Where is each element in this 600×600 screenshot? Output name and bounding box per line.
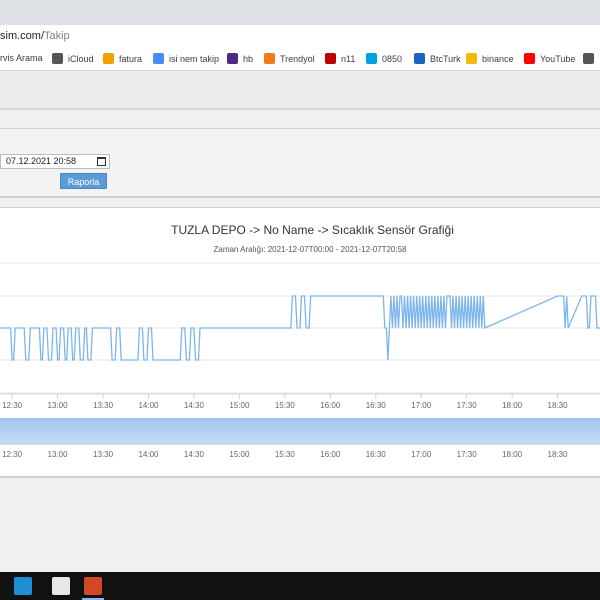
bookmark-label: fatura [119,53,143,64]
navigator-tick-label: 15:30 [275,450,296,459]
apple-icon [52,53,63,64]
youtube-icon [524,53,535,64]
navigator-tick-label: 13:00 [48,450,69,459]
address-bar[interactable]: sim.com/Takip [0,25,600,47]
bookmark-label: isi nem takip [169,53,220,64]
x-tick-label: 12:30 [2,401,23,410]
trendyol-icon [264,53,275,64]
x-tick-label: 14:00 [138,401,159,410]
x-tick-label: 16:30 [366,401,387,410]
report-form-panel: 07.12.2021 20:58 Raporla [0,128,600,198]
calendar-icon[interactable] [97,157,106,166]
url-path: Takip [44,30,70,42]
x-tick-label: 16:00 [320,401,341,410]
bookmark-item[interactable]: Trendyol [264,53,315,64]
bookmark-label: n11 [341,53,356,64]
end-date-value: 07.12.2021 20:58 [6,156,77,166]
bookmark-item[interactable] [583,53,599,64]
salesforce-icon [366,53,377,64]
navigator-tick-label: 17:00 [411,450,432,459]
navigator-tick-label: 15:00 [229,450,250,459]
x-tick-label: 13:00 [48,401,69,410]
bookmark-label: binance [482,53,514,64]
bookmark-item[interactable]: YouTube [524,53,575,64]
powerpoint-icon[interactable] [82,577,104,600]
x-tick-label: 18:00 [502,401,523,410]
navigator-tick-label: 14:30 [184,450,205,459]
navigator-tick-label: 17:30 [457,450,478,459]
globe-icon [583,53,594,64]
bookmark-label: hb [243,53,254,64]
chart-title: TUZLA DEPO -> No Name -> Sıcaklık Sensör… [171,223,454,237]
chart-subtitle: Zaman Aralığı: 2021-12-07T00:00 - 2021-1… [213,245,407,254]
bookmark-label: BtcTurk [430,53,461,64]
bookmark-label: 0850 [382,53,403,64]
bookmark-label: rvis Arama [0,53,43,63]
url-host: sim.com/ [0,30,44,42]
navigator-tick-label: 18:30 [548,450,569,459]
bookmark-label: Trendyol [280,53,315,64]
end-date-input[interactable]: 07.12.2021 20:58 [0,154,110,169]
bookmark-item[interactable]: binance [466,53,514,64]
x-tick-label: 14:30 [184,401,205,410]
bookmark-item[interactable]: isi nem takip [153,53,219,64]
sticky-notes-icon[interactable] [14,577,32,595]
x-tick-label: 13:30 [93,401,114,410]
navigator-tick-label: 14:00 [138,450,159,459]
bookmark-item[interactable]: 0850 [366,53,402,64]
navigator-tick-label: 16:00 [320,450,341,459]
page-header-band [0,72,600,110]
bookmark-item[interactable]: n11 [325,53,355,64]
navigator-tick-label: 16:30 [366,450,387,459]
bookmark-item[interactable]: rvis Arama [0,53,43,63]
navigator-tick-label: 18:00 [502,450,523,459]
windows-taskbar [0,572,600,600]
bookmark-item[interactable]: BtcTurk [414,53,461,64]
binance-icon [466,53,477,64]
fatura-icon [103,53,114,64]
bookmark-item[interactable]: iCloud [52,53,94,64]
bookmark-label: YouTube [540,53,576,64]
navigator-tick-label: 12:30 [2,450,23,459]
x-tick-label: 15:00 [229,401,250,410]
x-tick-label: 18:30 [548,401,569,410]
chart-panel: 12:30 13:00 13:30 14:00 14:30 15:00 15:30 16:00… [0,207,600,478]
bookmarks-bar: rvis Arama iCloud fatura isi nem takip hb Tre… [0,47,600,71]
url-text[interactable]: sim.com/Takip [0,30,70,42]
x-tick-label: 15:30 [275,401,296,410]
n11-icon [325,53,336,64]
bookmark-item[interactable]: fatura [103,53,142,64]
bookmark-item[interactable]: hb [227,53,253,64]
navigator-range[interactable] [0,418,600,444]
paint-icon[interactable] [52,577,70,595]
bookmark-label: iCloud [68,53,94,64]
browser-tab-strip [0,0,600,25]
btcturk-icon [414,53,425,64]
report-button[interactable]: Raporla [60,173,107,189]
hb-icon [227,53,238,64]
navigator-tick-label: 13:30 [93,450,114,459]
translate-icon [153,53,164,64]
x-tick-label: 17:30 [457,401,478,410]
x-tick-label: 17:00 [411,401,432,410]
